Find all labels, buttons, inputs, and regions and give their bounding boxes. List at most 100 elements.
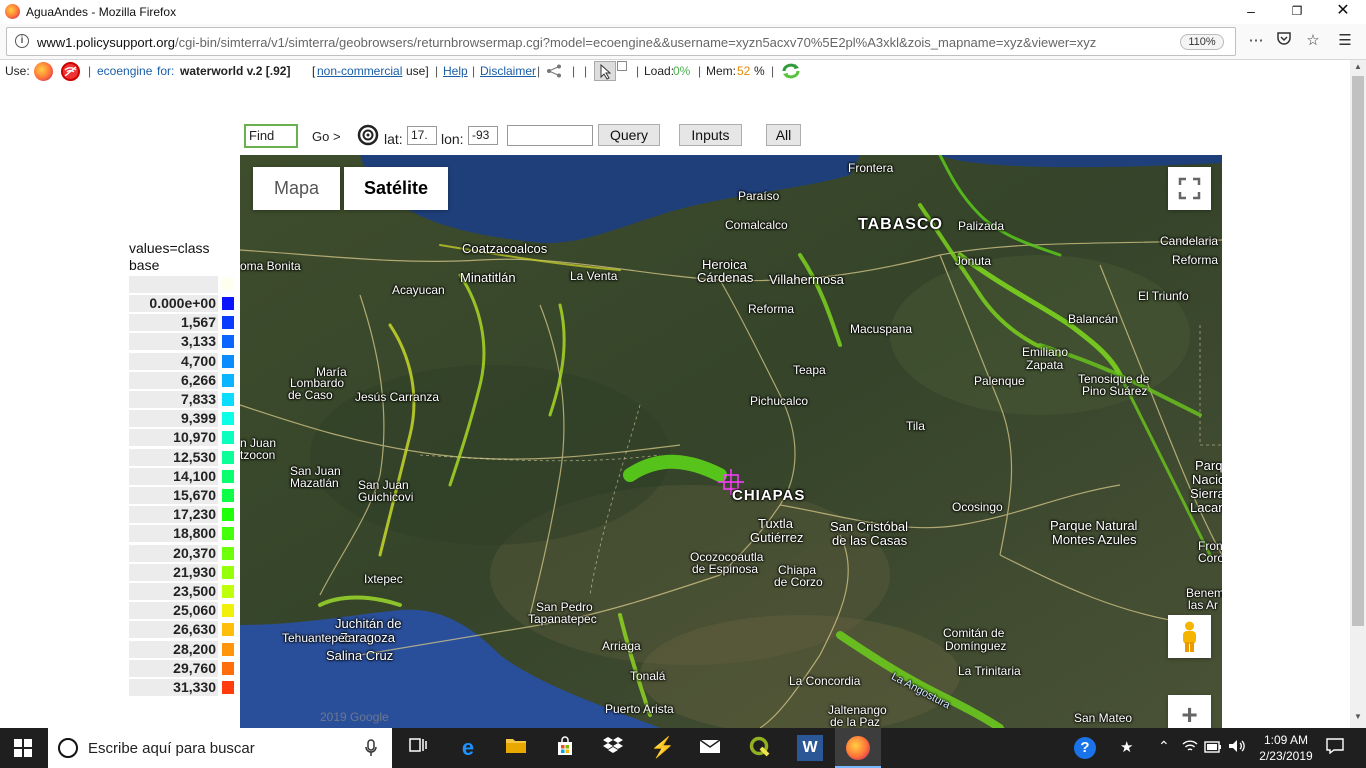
word-icon[interactable]: W — [797, 735, 823, 761]
place-label: Puerto Arista — [605, 702, 674, 716]
qgis-icon[interactable] — [748, 736, 772, 760]
place-label: San Cristóbal — [830, 519, 909, 534]
place-label: tzocon — [240, 448, 276, 462]
legend-value: 23,500 — [129, 583, 218, 600]
url-bar[interactable]: i www1.policysupport.org/cgi-bin/simterr… — [6, 27, 1236, 56]
taskbar-search-box[interactable]: Escribe aquí para buscar — [48, 728, 392, 768]
no-wifi-icon[interactable] — [61, 62, 80, 81]
map-type-satellite-button[interactable]: Satélite — [344, 167, 448, 210]
place-label: Jonuta — [955, 254, 992, 268]
close-button[interactable]: ✕ — [1320, 0, 1366, 24]
firefox-taskbar-active[interactable] — [835, 728, 881, 768]
page-actions-icon[interactable]: ⋯ — [1245, 30, 1267, 52]
fullscreen-button[interactable] — [1168, 167, 1211, 210]
query-button[interactable]: Query — [598, 124, 660, 146]
camera-icon[interactable] — [357, 124, 379, 149]
place-label: Parque Natural — [1050, 518, 1138, 533]
fullscreen-icon — [1178, 177, 1201, 200]
edge-browser-icon[interactable]: e — [456, 736, 480, 760]
microphone-icon[interactable] — [364, 739, 378, 760]
pocket-icon[interactable] — [1273, 30, 1295, 52]
notifications-icon[interactable] — [1326, 738, 1344, 757]
scroll-down-arrow-icon[interactable]: ▼ — [1350, 712, 1366, 726]
legend-swatch — [222, 335, 234, 349]
legend-value: 21,930 — [129, 563, 218, 581]
legend-title-line2: base — [129, 257, 160, 273]
go-button[interactable]: Go > — [312, 129, 341, 144]
legend-swatch — [222, 431, 234, 445]
people-icon[interactable]: ★ — [1120, 738, 1133, 756]
inputs-button[interactable]: Inputs — [679, 124, 742, 146]
place-label: San Mateo — [1074, 711, 1133, 725]
minimize-button[interactable]: – — [1228, 0, 1274, 24]
help-icon[interactable]: ? — [1074, 737, 1096, 759]
bookmark-star-icon[interactable]: ☆ — [1302, 30, 1324, 52]
non-commercial-link[interactable]: non-commercial — [317, 64, 402, 78]
place-label: Arriaga — [602, 639, 641, 653]
place-label: de la Paz — [830, 715, 881, 729]
place-label: Villahermosa — [769, 272, 844, 287]
task-view-icon[interactable] — [406, 736, 430, 760]
scroll-up-arrow-icon[interactable]: ▲ — [1350, 62, 1366, 76]
legend-swatch — [222, 450, 234, 464]
clock-time: 1:09 AM — [1263, 733, 1309, 747]
map-type-map-button[interactable]: Mapa — [253, 167, 340, 210]
expand-tool-icon[interactable] — [617, 61, 627, 71]
separator: | — [472, 64, 476, 78]
url-text[interactable]: www1.policysupport.org/cgi-bin/simterra/… — [37, 35, 1177, 50]
legend-row: 21,930 — [129, 563, 239, 581]
separator: | — [435, 64, 439, 78]
page-scrollbar[interactable]: ▲ ▼ — [1350, 60, 1366, 728]
place-label: Balancán — [1068, 312, 1119, 326]
separator: | — [88, 64, 92, 78]
help-link[interactable]: Help — [443, 64, 468, 78]
refresh-icon[interactable] — [780, 62, 802, 83]
legend-row: 20,370 — [129, 544, 239, 562]
lat-input[interactable]: 17. — [407, 126, 437, 145]
legend-value: 12,530 — [129, 448, 218, 466]
map-view[interactable]: Mapa Satélite + 2019 Google Frontera Par… — [240, 155, 1222, 728]
place-label: Jesús Carranza — [355, 390, 440, 404]
legend-row: 9,399 — [129, 410, 239, 428]
find-input[interactable]: Find — [244, 124, 298, 148]
ecoengine-link[interactable]: ecoengine — [97, 64, 152, 78]
place-label: La Concordia — [789, 674, 861, 688]
tray-chevron-up-icon[interactable]: ⌃ — [1158, 738, 1170, 755]
all-button[interactable]: All — [766, 124, 801, 146]
disclaimer-link[interactable]: Disclaimer — [480, 64, 536, 78]
site-info-icon[interactable]: i — [15, 34, 29, 48]
scrollbar-thumb[interactable] — [1352, 76, 1364, 626]
clock[interactable]: 1:09 AM 2/23/2019 — [1256, 732, 1316, 764]
battery-icon[interactable] — [1204, 741, 1222, 756]
place-label: Frontera — [848, 161, 894, 175]
legend-swatch — [222, 585, 234, 598]
place-label: Pichucalco — [750, 394, 809, 408]
zoom-in-button[interactable]: + — [1168, 695, 1211, 728]
text-input[interactable] — [507, 125, 593, 146]
restore-button[interactable]: ❐ — [1274, 0, 1320, 24]
dropbox-icon[interactable] — [601, 736, 625, 760]
store-icon[interactable] — [553, 736, 577, 760]
share-icon[interactable] — [546, 64, 562, 81]
lightning-app-icon[interactable]: ⚡ — [650, 736, 675, 760]
load-value: 0% — [673, 64, 691, 78]
menu-hamburger-icon[interactable]: ☰ — [1334, 30, 1356, 52]
separator: | — [584, 64, 588, 78]
pointer-tool-icon[interactable] — [594, 61, 616, 81]
lon-input[interactable]: -93 — [468, 126, 498, 145]
zoom-indicator[interactable]: 110% — [1180, 34, 1224, 50]
street-view-pegman-button[interactable] — [1168, 615, 1211, 658]
place-label: Juchitán de — [335, 616, 402, 631]
mail-icon[interactable] — [698, 736, 722, 760]
wifi-icon[interactable] — [1182, 739, 1198, 756]
firefox-browser-icon[interactable] — [34, 62, 53, 81]
windows-start-icon[interactable] — [14, 739, 32, 760]
place-label: oma Bonita — [240, 259, 301, 273]
volume-icon[interactable] — [1228, 739, 1246, 756]
place-label: Ocosingo — [952, 500, 1003, 514]
separator: | — [636, 64, 640, 78]
separator: | — [771, 64, 775, 78]
legend-row: 4,700 — [129, 352, 239, 370]
legend-value: 1,567 — [129, 314, 218, 332]
file-explorer-icon[interactable] — [504, 736, 528, 760]
